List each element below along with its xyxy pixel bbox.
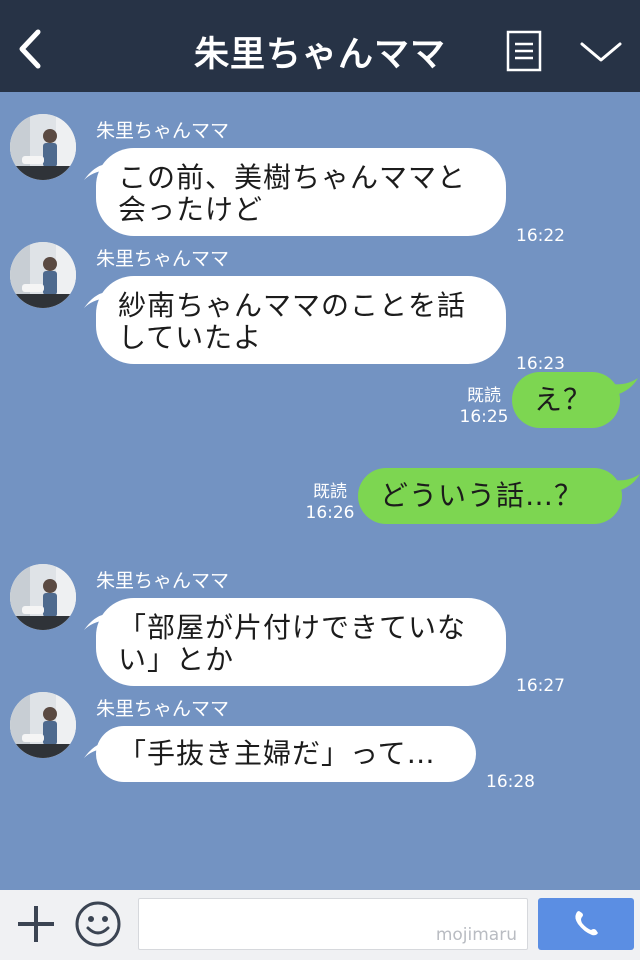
plus-icon — [18, 906, 54, 942]
message-line: 「部屋が片付けできていな — [118, 611, 467, 644]
read-receipt: 既読 — [467, 386, 501, 406]
message-status: 既読 16:26 — [304, 482, 356, 524]
bubble-tail — [614, 474, 640, 492]
watermark-text: mojimaru — [435, 925, 517, 945]
avatar-photo — [10, 114, 76, 180]
message-bubble[interactable]: 「部屋が片付けできていな い」とか — [96, 598, 506, 686]
chat-area[interactable]: 朱里ちゃんママ この前、美樹ちゃんママと 会ったけど 16:22 朱里ちゃんママ… — [0, 92, 640, 890]
chat-header: 朱里ちゃんママ — [0, 0, 640, 92]
message-bubble[interactable]: え？ — [512, 372, 620, 428]
message-line: 会ったけど — [118, 193, 264, 226]
message-input[interactable]: mojimaru — [138, 898, 528, 950]
smiley-icon — [75, 901, 121, 947]
call-button[interactable] — [538, 898, 634, 950]
add-attachment-button[interactable] — [14, 902, 58, 946]
avatar[interactable] — [10, 564, 76, 630]
message-line: 「手抜き主婦だ」って… — [118, 737, 436, 770]
emoji-button[interactable] — [74, 900, 122, 948]
message-bubble[interactable]: 紗南ちゃんママのことを話 していたよ — [96, 276, 506, 364]
chevron-down-icon — [580, 42, 622, 62]
message-line: していたよ — [118, 321, 263, 354]
read-receipt: 既読 — [313, 482, 347, 502]
message-line: この前、美樹ちゃんママと — [118, 161, 467, 194]
avatar-photo — [10, 692, 76, 758]
chat-title: 朱里ちゃんママ — [193, 35, 446, 75]
message-time: 16:22 — [516, 226, 565, 246]
avatar-photo — [10, 242, 76, 308]
message-time: 16:27 — [516, 676, 565, 696]
sender-name: 朱里ちゃんママ — [96, 248, 230, 270]
sender-name: 朱里ちゃんママ — [96, 698, 230, 720]
message-line: 紗南ちゃんママのことを話 — [118, 289, 467, 322]
message-bubble[interactable]: どういう話…？ — [358, 468, 622, 524]
message-bubble[interactable]: この前、美樹ちゃんママと 会ったけど — [96, 148, 506, 236]
message-time: 16:26 — [305, 503, 355, 523]
avatar-photo — [10, 564, 76, 630]
message-line: い」とか — [118, 643, 235, 676]
message-time: 16:28 — [486, 772, 535, 792]
collapse-button[interactable] — [578, 36, 624, 68]
bubble-tail — [612, 378, 638, 396]
notes-icon — [506, 30, 542, 72]
sender-name: 朱里ちゃんママ — [96, 570, 230, 592]
input-bar: mojimaru — [0, 890, 640, 960]
message-time: 16:23 — [516, 354, 565, 374]
notes-button[interactable] — [506, 30, 544, 72]
avatar[interactable] — [10, 692, 76, 758]
avatar[interactable] — [10, 242, 76, 308]
phone-icon — [575, 911, 598, 936]
message-time: 16:25 — [459, 407, 509, 427]
sender-name: 朱里ちゃんママ — [96, 120, 230, 142]
avatar[interactable] — [10, 114, 76, 180]
message-status: 既読 16:25 — [458, 386, 510, 428]
message-bubble[interactable]: 「手抜き主婦だ」って… — [96, 726, 476, 782]
